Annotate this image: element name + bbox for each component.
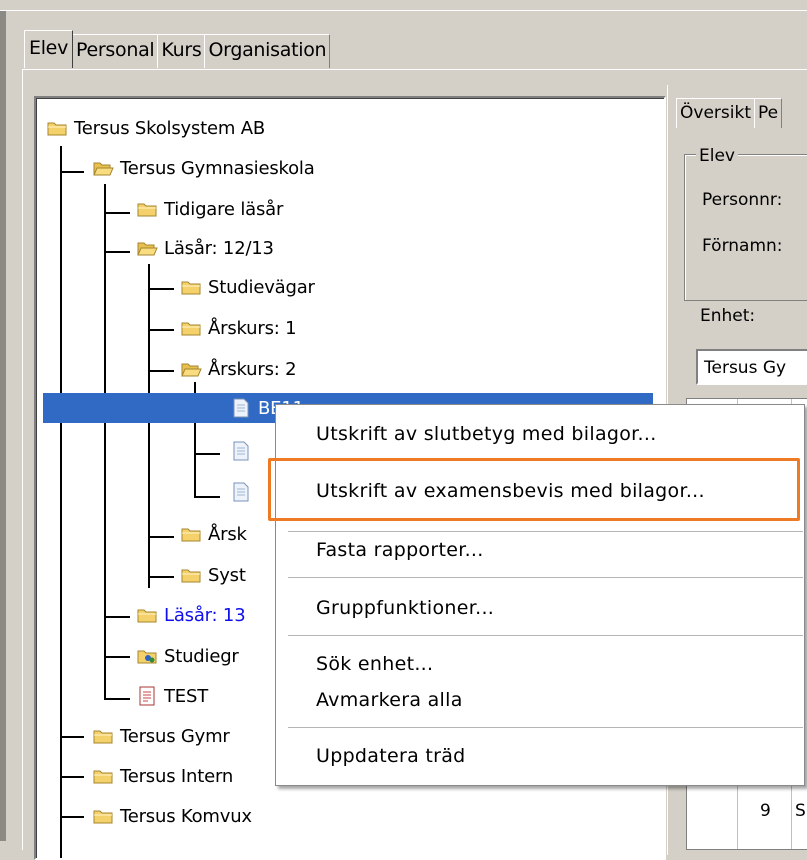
folder-icon [180, 276, 202, 298]
menu-separator [288, 577, 803, 578]
tree-line [104, 251, 130, 253]
folder-icon [92, 725, 114, 747]
tree-line [60, 171, 84, 173]
tree-item-class-3[interactable] [230, 477, 252, 507]
tree-item-root[interactable]: Tersus Skolsystem AB [46, 113, 265, 143]
detail-tab-bar: Översikt Pe [676, 98, 783, 128]
folder-icon [136, 198, 158, 220]
tree-line [60, 816, 84, 818]
tab-elev[interactable]: Elev [24, 30, 74, 68]
tab-kurs[interactable]: Kurs [157, 34, 206, 68]
tree-line [148, 329, 174, 331]
folder-icon [46, 117, 68, 139]
tree-item-syst[interactable]: Syst [180, 560, 246, 590]
tree-item-school-3[interactable]: Tersus Intern [92, 761, 233, 791]
grid-row-number: 9 [760, 801, 771, 821]
tree-item-komvux[interactable]: Tersus Komvux [92, 801, 252, 831]
menu-separator [288, 531, 803, 532]
menu-separator [288, 635, 803, 636]
document-icon [230, 440, 252, 462]
elev-groupbox [684, 154, 807, 301]
tree-line [104, 698, 130, 700]
report-icon [136, 685, 158, 707]
enhet-label: Enhet: [700, 306, 756, 326]
application-window: Elev Personal Kurs Organisation Tersus S… [0, 0, 807, 860]
folder-icon [136, 604, 158, 626]
tree-line [104, 616, 130, 618]
tree-line [60, 146, 62, 858]
tree-item-lasar-13[interactable]: Läsår: 13 [136, 600, 246, 630]
tree-line [194, 453, 220, 455]
tree-item-arskurs-2[interactable]: Årskurs: 2 [180, 354, 297, 384]
tab-oversikt[interactable]: Översikt [676, 98, 755, 128]
tree-item-school-2[interactable]: Tersus Gymr [92, 721, 230, 751]
menu-item-avmarkera-alla[interactable]: Avmarkera alla [316, 689, 463, 711]
document-icon [230, 397, 252, 419]
folder-open-icon [180, 358, 202, 380]
folder-icon [180, 564, 202, 586]
menu-item-sok-enhet[interactable]: Sök enhet... [316, 653, 433, 675]
personnr-label: Personnr: [702, 190, 783, 210]
tree-line [148, 288, 174, 290]
folder-icon [92, 805, 114, 827]
menu-item-gruppfunktioner[interactable]: Gruppfunktioner... [316, 597, 494, 619]
tree-item-lasar-1213[interactable]: Läsår: 12/13 [136, 233, 274, 263]
tree-line [194, 496, 220, 498]
tree-item-studiegrupp[interactable]: Studiegr [136, 641, 239, 671]
tab-organisation[interactable]: Organisation [204, 34, 331, 68]
tree-line [60, 736, 84, 738]
folder-icon [180, 317, 202, 339]
menu-item-slutbetyg[interactable]: Utskrift av slutbetyg med bilagor... [316, 423, 657, 445]
tree-item-school[interactable]: Tersus Gymnasieskola [92, 153, 315, 183]
enhet-field[interactable]: Tersus Gy [696, 349, 807, 385]
window-border [0, 0, 6, 841]
tree-item-test[interactable]: TEST [136, 681, 208, 711]
tree-line [148, 370, 174, 372]
group-folder-icon [136, 645, 158, 667]
fornamn-label: Förnamn: [702, 236, 783, 256]
menu-item-fasta-rapporter[interactable]: Fasta rapporter... [316, 539, 484, 561]
tree-line [60, 776, 84, 778]
tree-line [104, 212, 130, 214]
menu-item-uppdatera-trad[interactable]: Uppdatera träd [316, 745, 466, 767]
folder-open-icon [92, 157, 114, 179]
tree-line [148, 536, 174, 538]
tree-item-arskurs-1[interactable]: Årskurs: 1 [180, 313, 297, 343]
menu-separator [288, 727, 803, 728]
tree-line [104, 184, 106, 700]
grid-cell-text: S [795, 801, 806, 821]
folder-icon [92, 765, 114, 787]
tree-line [104, 656, 130, 658]
tree-line [148, 264, 150, 588]
tree-line [148, 576, 174, 578]
main-tab-bar: Elev Personal Kurs Organisation [24, 30, 331, 68]
window-top-strip [0, 0, 807, 11]
document-icon [230, 481, 252, 503]
tab-pe[interactable]: Pe [753, 98, 783, 128]
elev-group-title: Elev [696, 146, 738, 166]
tree-item-arskurs-3[interactable]: Årsk [180, 519, 247, 549]
tab-personal[interactable]: Personal [72, 34, 159, 68]
annotation-highlight-box [268, 458, 800, 521]
folder-open-icon [136, 237, 158, 259]
folder-icon [180, 523, 202, 545]
tree-item-studievagar[interactable]: Studievägar [180, 272, 315, 302]
tree-item-class-2[interactable] [230, 436, 252, 466]
tree-item-tidigare-lasar[interactable]: Tidigare läsår [136, 194, 283, 224]
